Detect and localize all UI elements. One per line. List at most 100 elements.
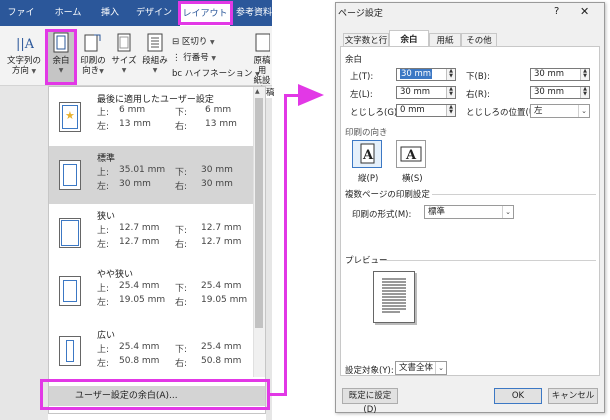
margins-section-title: 余白 [345, 55, 363, 65]
right-margin-input[interactable]: 30 mm ▲ ▼ [530, 86, 590, 99]
margin-item-normal[interactable]: 標準 上: 35.01 mm 下: 30 mm 左: 30 mm 右: 30 m… [49, 146, 254, 204]
top-value: 35.01 mm [119, 165, 166, 175]
spinner-icon[interactable]: ▲ ▼ [446, 69, 455, 80]
pages-section-title: 複数ページの印刷設定 [345, 190, 430, 200]
bottom-label: 下: [175, 108, 188, 118]
page-preview [373, 271, 415, 323]
svg-text:A: A [405, 148, 417, 163]
spinner-icon[interactable]: ▲ ▼ [446, 87, 455, 98]
document-area-right [266, 86, 272, 420]
right-label: 右: [175, 122, 188, 132]
top-label: 上: [97, 168, 110, 178]
top-label: 上: [97, 226, 110, 236]
line-numbers-icon: ⋮ [172, 53, 181, 63]
right-margin-label: 右(R): [466, 90, 490, 100]
left-label: 左: [97, 359, 110, 369]
apply-to-label: 設定対象(Y): [345, 366, 394, 376]
left-margin-input[interactable]: 30 mm ▲ ▼ [396, 86, 456, 99]
left-label: 左: [97, 122, 110, 132]
breaks-button[interactable]: ⊟ 区切り ▼ [172, 36, 215, 49]
spinner-icon[interactable]: ▲ ▼ [446, 105, 455, 116]
margin-item-last-custom[interactable]: ★ 最後に適用したユーザー設定 上: 6 mm 下: 6 mm 左: 13 mm… [49, 88, 254, 146]
text-direction-button[interactable]: ||A 文字列の 方向 ▼ [4, 32, 44, 77]
gutter-input[interactable]: 0 mm ▲ ▼ [396, 104, 456, 117]
multiple-pages-select[interactable]: 標準 ⌄ [424, 205, 514, 219]
tab-chars-lines[interactable]: 文字数と行数 [343, 33, 389, 60]
right-value: 13 mm [205, 119, 237, 129]
manuscript-strip: 稿用 [266, 88, 280, 98]
right-label: 右: [175, 240, 188, 250]
tab-insert[interactable]: 挿入 [96, 0, 124, 26]
chevron-down-icon: ⌄ [578, 105, 589, 117]
spinner-icon[interactable]: ▲ ▼ [580, 69, 589, 80]
top-label: 上: [97, 345, 110, 355]
gutter-position-select[interactable]: 左 ⌄ [530, 104, 590, 118]
columns-icon [147, 33, 163, 52]
top-margin-label: 上(T): [350, 72, 374, 82]
tab-file[interactable]: ファイル [4, 0, 38, 44]
orientation-button[interactable]: 印刷の 向き▼ [78, 32, 108, 77]
right-value: 12.7 mm [201, 237, 242, 247]
tab-paper[interactable]: 用紙 [429, 33, 461, 47]
gutter-label: とじしろ(G): [350, 108, 401, 118]
scroll-up-icon[interactable]: ▲ [255, 88, 260, 95]
left-value: 19.05 mm [119, 295, 166, 305]
manuscript-icon [255, 33, 270, 52]
cancel-button[interactable]: キャンセル [548, 388, 598, 404]
margin-thumbnail [59, 276, 81, 306]
ok-button[interactable]: OK [494, 388, 542, 404]
divider [380, 260, 596, 261]
apply-to-select[interactable]: 文書全体 ⌄ [395, 361, 447, 375]
margin-thumbnail: ★ [59, 102, 81, 132]
columns-button[interactable]: 段組み ▼ [140, 32, 170, 76]
close-button[interactable]: ✕ [580, 5, 589, 18]
landscape-button[interactable]: A [396, 140, 426, 168]
divider [432, 194, 596, 195]
arrow-right-icon [298, 84, 324, 106]
line-numbers-button[interactable]: ⋮ 行番号 ▼ [172, 52, 216, 65]
right-label: 右: [175, 359, 188, 369]
left-value: 50.8 mm [119, 356, 160, 366]
document-area [0, 86, 48, 420]
size-label: サイズ [111, 56, 137, 66]
margin-item-wide[interactable]: 広い 上: 25.4 mm 下: 25.4 mm 左: 50.8 mm 右: 5… [49, 320, 254, 378]
portrait-button[interactable]: A [352, 140, 382, 168]
scroll-thumb[interactable] [255, 98, 263, 328]
chevron-down-icon: ▼ [152, 67, 158, 74]
tab-design[interactable]: デザイン [134, 0, 174, 26]
bottom-label: 下: [175, 284, 188, 294]
preview-lines [382, 278, 406, 313]
top-value: 25.4 mm [119, 342, 160, 352]
left-value: 13 mm [119, 119, 151, 129]
margin-item-title: やや狭い [97, 270, 134, 280]
tab-other[interactable]: その他 [461, 33, 497, 47]
portrait-icon: A [360, 143, 375, 164]
svg-text:A: A [362, 148, 374, 163]
margin-item-moderate[interactable]: やや狭い 上: 25.4 mm 下: 25.4 mm 左: 19.05 mm 右… [49, 262, 254, 320]
size-button[interactable]: サイズ ▼ [110, 32, 138, 76]
spinner-icon[interactable]: ▲ ▼ [580, 87, 589, 98]
set-default-button[interactable]: 既定に設定(D) [342, 388, 398, 415]
left-value: 30 mm [119, 179, 151, 189]
margin-item-narrow[interactable]: 狭い 上: 12.7 mm 下: 12.7 mm 左: 12.7 mm 右: 1… [49, 204, 254, 262]
bottom-margin-input[interactable]: 30 mm ▲ ▼ [530, 68, 590, 81]
bottom-value: 6 mm [205, 105, 232, 115]
bottom-label: 下: [175, 345, 188, 355]
dialog-title: ページ設定 [338, 9, 383, 19]
help-button[interactable]: ? [554, 6, 559, 17]
bottom-value: 30 mm [201, 165, 233, 175]
tab-home[interactable]: ホーム [52, 0, 84, 26]
orientation-label-2: 向き▼ [82, 66, 104, 76]
text-direction-label-2: 方向 ▼ [11, 66, 37, 76]
hyphenation-button[interactable]: bc ハイフネーション ▼ [172, 68, 260, 81]
bottom-margin-label: 下(B): [466, 72, 490, 82]
bottom-value: 12.7 mm [201, 223, 242, 233]
top-margin-input[interactable]: 30 mm ▲ ▼ [396, 68, 456, 81]
tab-references[interactable]: 参考資料 [236, 0, 272, 26]
orientation-section-title: 印刷の向き [345, 128, 388, 138]
chevron-down-icon: ▼ [121, 67, 127, 74]
breaks-icon: ⊟ [172, 37, 180, 47]
left-label: 左: [97, 298, 110, 308]
connector-line [284, 94, 287, 396]
orientation-icon [84, 34, 101, 52]
